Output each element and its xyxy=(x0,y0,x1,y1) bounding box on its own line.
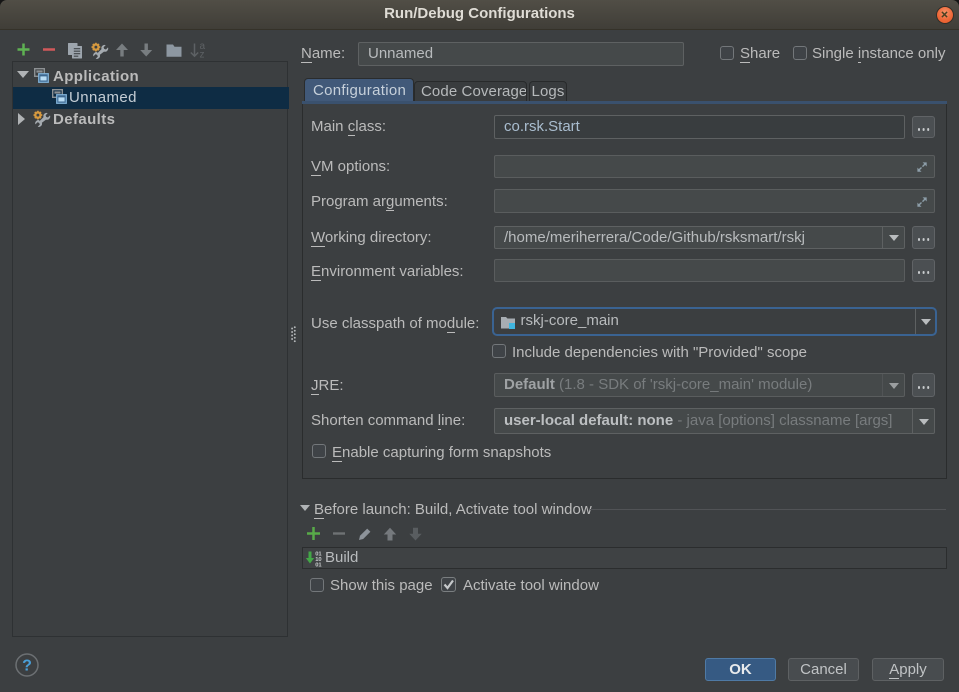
svg-text:01: 01 xyxy=(315,562,322,568)
svg-text:?: ? xyxy=(22,658,32,675)
svg-text:z: z xyxy=(200,50,205,61)
